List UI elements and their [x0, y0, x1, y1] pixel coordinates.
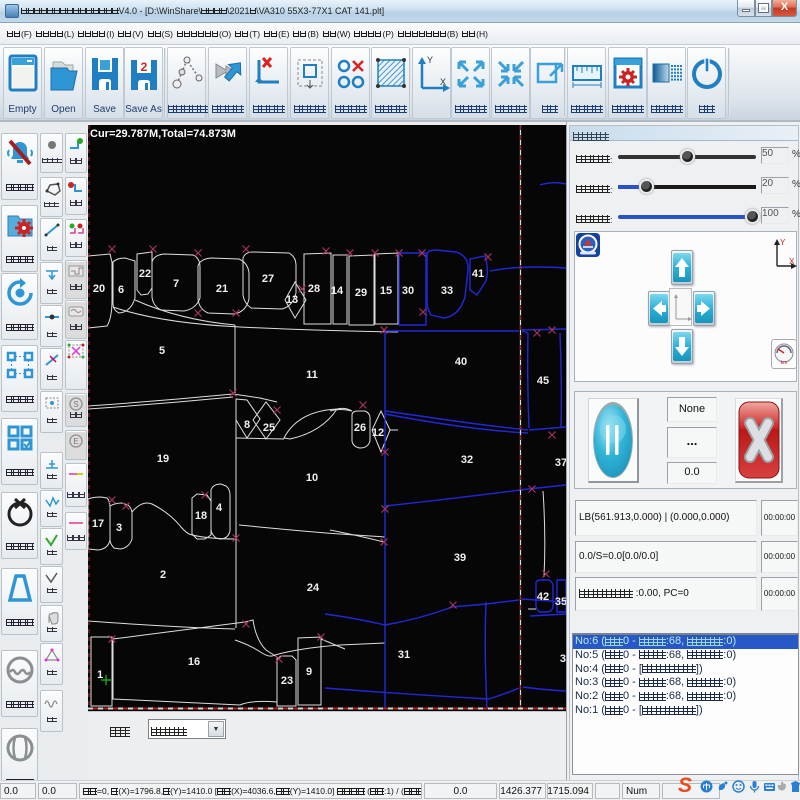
svg-text:3: 3 — [116, 522, 122, 534]
svg-text:14: 14 — [331, 285, 344, 297]
svg-text:18: 18 — [195, 510, 207, 522]
svg-text:35: 35 — [555, 596, 566, 608]
svg-text:23: 23 — [281, 675, 293, 687]
svg-text:Y: Y — [780, 238, 786, 247]
svg-text:26: 26 — [354, 422, 366, 434]
svg-text:40: 40 — [455, 356, 467, 368]
svg-text:1: 1 — [97, 669, 103, 681]
svg-text:E: E — [73, 437, 78, 446]
svg-text:22: 22 — [139, 268, 151, 280]
svg-text:12: 12 — [372, 427, 384, 439]
svg-text:19: 19 — [157, 453, 169, 465]
svg-text:37: 37 — [555, 457, 566, 469]
svg-text:33: 33 — [441, 285, 453, 297]
svg-text:2: 2 — [140, 60, 147, 74]
svg-text:20: 20 — [93, 283, 105, 295]
svg-text:27: 27 — [262, 273, 274, 285]
svg-text:17: 17 — [92, 518, 104, 530]
svg-text:8: 8 — [244, 419, 250, 431]
svg-text:15: 15 — [380, 285, 392, 297]
svg-text:2: 2 — [160, 569, 166, 581]
svg-text:7: 7 — [173, 278, 179, 290]
svg-text:Cur=29.787M,Total=74.873M: Cur=29.787M,Total=74.873M — [90, 128, 236, 140]
svg-text:42: 42 — [537, 591, 549, 603]
svg-text:31: 31 — [398, 649, 410, 661]
svg-text:5: 5 — [159, 345, 165, 357]
svg-text:X: X — [789, 257, 795, 266]
svg-text:32: 32 — [461, 454, 473, 466]
svg-text:29: 29 — [355, 287, 367, 299]
svg-text:Y: Y — [427, 55, 433, 65]
svg-text:30: 30 — [402, 285, 414, 297]
svg-text:10: 10 — [306, 472, 318, 484]
svg-text:km: km — [781, 360, 788, 366]
svg-text:39: 39 — [454, 552, 466, 564]
svg-text:41: 41 — [472, 268, 484, 280]
svg-text:25: 25 — [263, 422, 275, 434]
svg-text:9: 9 — [306, 666, 312, 678]
svg-text:4: 4 — [216, 502, 223, 514]
svg-text:21: 21 — [216, 283, 228, 295]
svg-text:28: 28 — [308, 283, 320, 295]
svg-text:11: 11 — [306, 369, 318, 381]
svg-text:24: 24 — [307, 582, 320, 594]
svg-text:13: 13 — [286, 294, 298, 306]
svg-text:45: 45 — [537, 375, 549, 387]
svg-text:6: 6 — [118, 284, 124, 296]
svg-text:X: X — [440, 77, 446, 87]
svg-text:16: 16 — [188, 656, 200, 668]
